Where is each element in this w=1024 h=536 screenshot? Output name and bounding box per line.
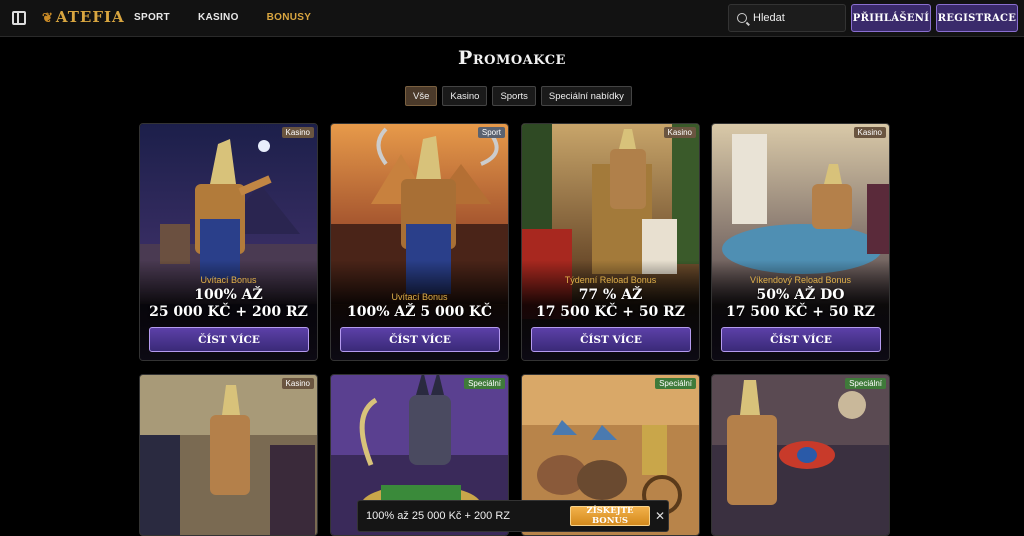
read-more-button[interactable]: ČÍST VÍCE xyxy=(340,327,500,352)
card-title-line2: 25 000 KČ + 200 RZ xyxy=(149,304,308,320)
login-button[interactable]: PŘIHLÁŠENÍ xyxy=(851,4,931,32)
promo-card: Sport Uvítací Bonus 100% AŽ 5 000 KČ ČÍS… xyxy=(330,123,509,361)
card-title-line1: 100% AŽ xyxy=(194,287,263,303)
card-title-line2: 17 500 KČ + 50 RZ xyxy=(725,304,876,320)
card-subtitle: Uvítací Bonus xyxy=(391,292,448,302)
tab-all[interactable]: Vše xyxy=(405,86,438,106)
register-button[interactable]: REGISTRACE xyxy=(936,4,1018,32)
main-nav: SPORT KASINO BONUSY xyxy=(134,12,311,23)
card-title-line1: 100% AŽ 5 000 KČ xyxy=(346,304,492,320)
get-bonus-button[interactable]: ZÍSKEJTE BONUS xyxy=(570,506,650,526)
card-badge: Kasino xyxy=(663,127,696,138)
promo-card: Kasino Týdenní Reload Bonus 77 % AŽ 17 5… xyxy=(521,123,700,361)
card-artwork-pharaoh-celebration xyxy=(140,375,317,535)
card-badge: Speciální xyxy=(464,378,505,389)
site-logo[interactable]: ❦ ATEFIA xyxy=(42,8,125,26)
card-badge: Kasino xyxy=(281,127,314,138)
card-subtitle: Uvítací Bonus xyxy=(200,275,257,285)
read-more-button[interactable]: ČÍST VÍCE xyxy=(531,327,691,352)
sticky-bonus-text: 100% až 25 000 Kč + 200 RZ xyxy=(366,510,511,522)
close-icon[interactable]: ✕ xyxy=(655,509,665,523)
filter-tabs: Vše Kasino Sports Speciální nabídky xyxy=(405,86,632,106)
read-more-button[interactable]: ČÍST VÍCE xyxy=(721,327,881,352)
page-title: Promoakce xyxy=(458,47,566,69)
promo-card: Speciální xyxy=(711,374,890,536)
nav-bonusy[interactable]: BONUSY xyxy=(267,12,312,23)
card-badge: Speciální xyxy=(845,378,886,389)
search-input[interactable] xyxy=(753,12,841,24)
tab-kasino[interactable]: Kasino xyxy=(442,86,488,106)
nav-sport[interactable]: SPORT xyxy=(134,12,170,23)
card-title-line1: 50% AŽ DO xyxy=(756,287,845,303)
card-badge: Speciální xyxy=(655,378,696,389)
card-title-line2: 17 500 KČ + 50 RZ xyxy=(535,304,686,320)
sidebar-toggle-icon[interactable] xyxy=(12,11,26,25)
search-box[interactable] xyxy=(728,4,846,32)
tab-sports[interactable]: Sports xyxy=(492,86,536,106)
promo-card: Kasino xyxy=(139,374,318,536)
promo-card: Kasino Víkendový Reload Bonus 50% AŽ DO … xyxy=(711,123,890,361)
card-artwork-pharaoh-scarab xyxy=(712,375,889,535)
sticky-bonus-bar: 100% až 25 000 Kč + 200 RZ ZÍSKEJTE BONU… xyxy=(357,500,669,532)
card-badge: Kasino xyxy=(853,127,886,138)
card-badge: Kasino xyxy=(281,378,314,389)
search-icon xyxy=(737,13,747,23)
read-more-button[interactable]: ČÍST VÍCE xyxy=(149,327,309,352)
card-subtitle: Týdenní Reload Bonus xyxy=(564,275,657,285)
card-badge: Sport xyxy=(477,127,505,138)
nav-kasino[interactable]: KASINO xyxy=(198,12,239,23)
card-subtitle: Víkendový Reload Bonus xyxy=(749,275,852,285)
card-title-line1: 77 % AŽ xyxy=(578,287,643,303)
top-header: ❦ATEFIA SPORT KASINO BONUSY PŘIHLÁŠENÍ R… xyxy=(0,0,1024,37)
promo-card: Kasino Uvítací Bonus 100% AŽ 25 000 KČ +… xyxy=(139,123,318,361)
tab-special-offers[interactable]: Speciální nabídky xyxy=(540,86,632,106)
